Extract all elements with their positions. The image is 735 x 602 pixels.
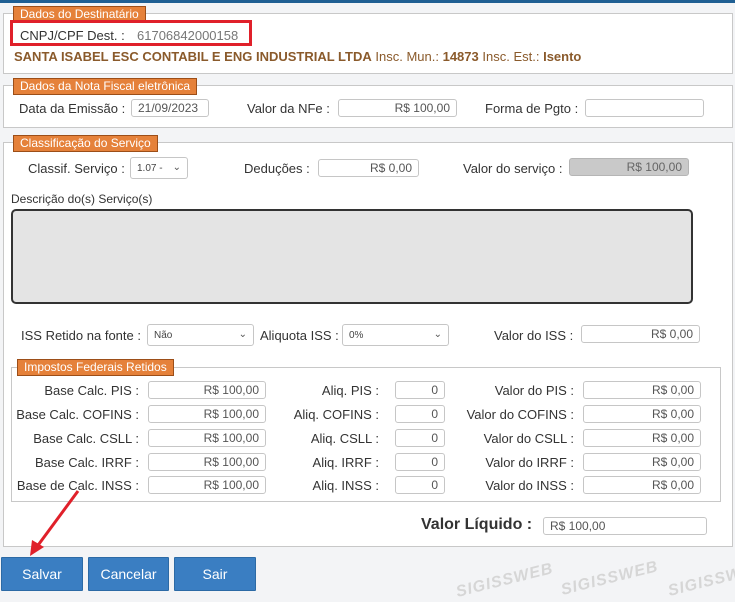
federal-valor-field[interactable]: R$ 0,00: [583, 405, 701, 423]
federal-base-label: Base Calc. CSLL :: [33, 431, 139, 446]
valor-iss-label: Valor do ISS :: [494, 328, 574, 343]
federal-aliq-label: Aliq. CSLL :: [310, 431, 379, 446]
classif-select[interactable]: 1.07 - ⌄: [130, 157, 188, 179]
iss-retido-value: Não: [154, 330, 173, 341]
classificacao-legend: Classificação do Serviço: [13, 135, 158, 152]
federal-aliq-field[interactable]: 0: [395, 476, 445, 494]
federal-valor-label: Valor do INSS :: [485, 478, 574, 493]
federal-base-label: Base Calc. PIS :: [44, 383, 139, 398]
insc-est-label: Insc. Est.:: [482, 49, 540, 64]
deducoes-label: Deduções :: [244, 161, 310, 176]
federal-valor-label: Valor do PIS :: [494, 383, 574, 398]
federal-aliq-label: Aliq. IRRF :: [312, 455, 379, 470]
federal-aliq-label: Aliq. INSS :: [312, 478, 379, 493]
chevron-down-icon: ⌄: [238, 329, 247, 340]
sair-button[interactable]: Sair: [174, 557, 256, 591]
company-line: SANTA ISABEL ESC CONTABIL E ENG INDUSTRI…: [14, 49, 581, 64]
emissao-field[interactable]: 21/09/2023: [131, 99, 209, 117]
watermark-2: SIGISSWEB: [559, 558, 661, 599]
federal-aliq-field[interactable]: 0: [395, 381, 445, 399]
federal-valor-label: Valor do COFINS :: [466, 407, 574, 422]
federal-valor-field[interactable]: R$ 0,00: [583, 429, 701, 447]
federal-aliq-label: Aliq. COFINS :: [293, 407, 379, 422]
arrow-pointer-icon: [30, 490, 80, 556]
federal-base-label: Base Calc. IRRF :: [34, 455, 139, 470]
deducoes-field[interactable]: R$ 0,00: [318, 159, 419, 177]
descricao-label: Descrição do(s) Serviço(s): [11, 192, 153, 206]
forma-pgto-field[interactable]: [585, 99, 704, 117]
chevron-down-icon: ⌄: [433, 329, 442, 340]
chevron-down-icon: ⌄: [172, 162, 181, 173]
descricao-textarea[interactable]: [11, 209, 693, 304]
classif-select-value: 1.07 -: [137, 163, 163, 174]
insc-mun-label: Insc. Mun.:: [375, 49, 439, 64]
valor-liquido-label: Valor Líquido :: [421, 516, 533, 533]
valor-nfe-field[interactable]: R$ 100,00: [338, 99, 457, 117]
insc-mun-value: 14873: [442, 49, 479, 64]
federal-base-label: Base Calc. COFINS :: [16, 407, 139, 422]
cnpj-highlight-box: [10, 20, 252, 46]
federal-valor-label: Valor do CSLL :: [483, 431, 574, 446]
top-bar: [0, 0, 735, 3]
federal-aliq-field[interactable]: 0: [395, 405, 445, 423]
federal-base-field[interactable]: R$ 100,00: [148, 453, 266, 471]
federal-base-field[interactable]: R$ 100,00: [148, 405, 266, 423]
classif-label: Classif. Serviço :: [28, 161, 125, 176]
aliquota-iss-label: Aliquota ISS :: [260, 328, 339, 343]
federal-valor-field[interactable]: R$ 0,00: [583, 381, 701, 399]
iss-retido-label: ISS Retido na fonte :: [21, 328, 141, 343]
valor-servico-field: R$ 100,00: [569, 158, 689, 176]
aliquota-iss-value: 0%: [349, 330, 364, 341]
watermark-1: SIGISSWEB: [454, 560, 556, 601]
federal-base-field[interactable]: R$ 100,00: [148, 476, 266, 494]
federal-aliq-field[interactable]: 0: [395, 429, 445, 447]
aliquota-iss-select[interactable]: 0% ⌄: [342, 324, 449, 346]
cancelar-button[interactable]: Cancelar: [88, 557, 169, 591]
watermark-3: SIGISSWEB: [666, 559, 735, 600]
company-name: SANTA ISABEL ESC CONTABIL E ENG INDUSTRI…: [14, 49, 372, 64]
emissao-label: Data da Emissão :: [19, 101, 126, 116]
federal-base-field[interactable]: R$ 100,00: [148, 381, 266, 399]
nota-legend: Dados da Nota Fiscal eletrônica: [13, 78, 198, 95]
valor-liquido-field[interactable]: R$ 100,00: [543, 517, 707, 535]
federal-aliq-field[interactable]: 0: [395, 453, 445, 471]
federal-valor-field[interactable]: R$ 0,00: [583, 476, 701, 494]
valor-iss-field[interactable]: R$ 0,00: [581, 325, 700, 343]
federal-valor-label: Valor do IRRF :: [485, 455, 574, 470]
federais-legend: Impostos Federais Retidos: [17, 359, 174, 376]
insc-est-value: Isento: [543, 49, 582, 64]
valor-nfe-label: Valor da NFe :: [247, 101, 330, 116]
federal-valor-field[interactable]: R$ 0,00: [583, 453, 701, 471]
salvar-button[interactable]: Salvar: [1, 557, 83, 591]
federal-base-field[interactable]: R$ 100,00: [148, 429, 266, 447]
federal-aliq-label: Aliq. PIS :: [321, 383, 379, 398]
valor-servico-label: Valor do serviço :: [463, 161, 563, 176]
iss-retido-select[interactable]: Não ⌄: [147, 324, 254, 346]
forma-pgto-label: Forma de Pgto :: [485, 101, 579, 116]
